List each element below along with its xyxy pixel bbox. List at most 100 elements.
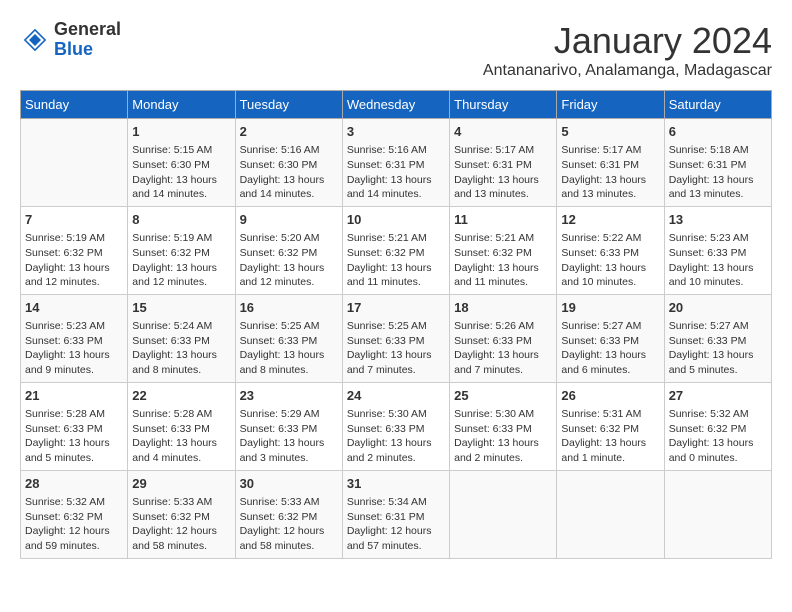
- calendar-week-2: 7Sunrise: 5:19 AMSunset: 6:32 PMDaylight…: [21, 206, 772, 294]
- logo-blue-text: Blue: [54, 40, 121, 60]
- day-info: Sunset: 6:32 PM: [347, 246, 445, 261]
- calendar-cell: 19Sunrise: 5:27 AMSunset: 6:33 PMDayligh…: [557, 294, 664, 382]
- header-row: Sunday Monday Tuesday Wednesday Thursday…: [21, 91, 772, 119]
- day-info: and 11 minutes.: [347, 275, 445, 290]
- calendar-cell: 7Sunrise: 5:19 AMSunset: 6:32 PMDaylight…: [21, 206, 128, 294]
- day-number: 13: [669, 211, 767, 229]
- day-info: Sunrise: 5:28 AM: [132, 407, 230, 422]
- day-info: Sunset: 6:33 PM: [454, 422, 552, 437]
- day-info: and 14 minutes.: [132, 187, 230, 202]
- day-info: and 13 minutes.: [669, 187, 767, 202]
- day-info: Daylight: 13 hours: [132, 261, 230, 276]
- calendar-week-5: 28Sunrise: 5:32 AMSunset: 6:32 PMDayligh…: [21, 470, 772, 558]
- calendar-cell: 13Sunrise: 5:23 AMSunset: 6:33 PMDayligh…: [664, 206, 771, 294]
- day-info: and 7 minutes.: [347, 363, 445, 378]
- day-info: Daylight: 13 hours: [25, 348, 123, 363]
- day-info: and 13 minutes.: [454, 187, 552, 202]
- day-info: Daylight: 13 hours: [132, 173, 230, 188]
- month-title: January 2024: [483, 20, 772, 62]
- calendar-table: Sunday Monday Tuesday Wednesday Thursday…: [20, 90, 772, 559]
- calendar-cell: [664, 470, 771, 558]
- calendar-cell: 2Sunrise: 5:16 AMSunset: 6:30 PMDaylight…: [235, 119, 342, 207]
- day-info: Daylight: 13 hours: [454, 348, 552, 363]
- logo-icon: [20, 25, 50, 55]
- day-number: 16: [240, 299, 338, 317]
- day-info: Sunset: 6:32 PM: [561, 422, 659, 437]
- day-info: Sunset: 6:33 PM: [240, 422, 338, 437]
- day-number: 5: [561, 123, 659, 141]
- day-info: and 13 minutes.: [561, 187, 659, 202]
- day-number: 22: [132, 387, 230, 405]
- calendar-cell: 18 Sunrise: 5:26 AMSunset: 6:33 PMDayligh…: [450, 294, 557, 382]
- day-info: Daylight: 13 hours: [347, 261, 445, 276]
- calendar-cell: 6Sunrise: 5:18 AMSunset: 6:31 PMDaylight…: [664, 119, 771, 207]
- day-info: Sunset: 6:32 PM: [132, 510, 230, 525]
- day-info: and 12 minutes.: [132, 275, 230, 290]
- day-number: 21: [25, 387, 123, 405]
- day-info: Daylight: 13 hours: [240, 261, 338, 276]
- day-info: Sunset: 6:33 PM: [669, 334, 767, 349]
- day-number: 17: [347, 299, 445, 317]
- day-info: and 14 minutes.: [240, 187, 338, 202]
- day-number: 15: [132, 299, 230, 317]
- day-info: Sunrise: 5:33 AM: [240, 495, 338, 510]
- day-info: Sunset: 6:30 PM: [132, 158, 230, 173]
- header-wednesday: Wednesday: [342, 91, 449, 119]
- calendar-cell: 12 Sunrise: 5:22 AMSunset: 6:33 PMDayligh…: [557, 206, 664, 294]
- day-info: and 9 minutes.: [25, 363, 123, 378]
- day-info: Sunset: 6:33 PM: [561, 334, 659, 349]
- calendar-cell: 22Sunrise: 5:28 AMSunset: 6:33 PMDayligh…: [128, 382, 235, 470]
- day-info: and 57 minutes.: [347, 539, 445, 554]
- calendar-cell: 25Sunrise: 5:30 AMSunset: 6:33 PMDayligh…: [450, 382, 557, 470]
- calendar-cell: 11Sunrise: 5:21 AMSunset: 6:32 PMDayligh…: [450, 206, 557, 294]
- day-number: 3: [347, 123, 445, 141]
- calendar-week-3: 14Sunrise: 5:23 AMSunset: 6:33 PMDayligh…: [21, 294, 772, 382]
- day-info: Sunrise: 5:24 AM: [132, 319, 230, 334]
- calendar-cell: 26Sunrise: 5:31 AMSunset: 6:32 PMDayligh…: [557, 382, 664, 470]
- day-info: and 10 minutes.: [669, 275, 767, 290]
- day-number: 7: [25, 211, 123, 229]
- day-info: Sunrise: 5:25 AM: [347, 319, 445, 334]
- day-info: and 3 minutes.: [240, 451, 338, 466]
- header-tuesday: Tuesday: [235, 91, 342, 119]
- day-info: Daylight: 12 hours: [240, 524, 338, 539]
- day-info: Sunrise: 5:22 AM: [561, 231, 659, 246]
- day-info: and 8 minutes.: [132, 363, 230, 378]
- day-info: Sunrise: 5:26 AM: [454, 319, 552, 334]
- day-info: Sunrise: 5:23 AM: [669, 231, 767, 246]
- day-info: Sunset: 6:33 PM: [561, 246, 659, 261]
- calendar-cell: 9Sunrise: 5:20 AMSunset: 6:32 PMDaylight…: [235, 206, 342, 294]
- day-number: 18: [454, 299, 552, 317]
- calendar-week-4: 21Sunrise: 5:28 AMSunset: 6:33 PMDayligh…: [21, 382, 772, 470]
- day-info: Daylight: 13 hours: [561, 261, 659, 276]
- day-number: 25: [454, 387, 552, 405]
- day-info: Sunrise: 5:21 AM: [454, 231, 552, 246]
- day-info: Sunrise: 5:17 AM: [561, 143, 659, 158]
- day-info: Sunrise: 5:25 AM: [240, 319, 338, 334]
- header-monday: Monday: [128, 91, 235, 119]
- day-info: and 58 minutes.: [132, 539, 230, 554]
- day-info: Daylight: 13 hours: [669, 173, 767, 188]
- day-info: Daylight: 13 hours: [347, 348, 445, 363]
- calendar-cell: 20Sunrise: 5:27 AMSunset: 6:33 PMDayligh…: [664, 294, 771, 382]
- day-number: 14: [25, 299, 123, 317]
- calendar-cell: 4Sunrise: 5:17 AMSunset: 6:31 PMDaylight…: [450, 119, 557, 207]
- logo-text: General Blue: [54, 20, 121, 60]
- day-info: Sunset: 6:32 PM: [240, 246, 338, 261]
- day-info: Daylight: 13 hours: [240, 173, 338, 188]
- day-number: 12: [561, 211, 659, 229]
- day-info: Daylight: 13 hours: [240, 436, 338, 451]
- day-number: 27: [669, 387, 767, 405]
- day-info: Sunset: 6:32 PM: [25, 510, 123, 525]
- logo: General Blue: [20, 20, 121, 60]
- calendar-cell: 23Sunrise: 5:29 AMSunset: 6:33 PMDayligh…: [235, 382, 342, 470]
- day-info: Sunrise: 5:30 AM: [347, 407, 445, 422]
- day-info: Sunset: 6:33 PM: [454, 334, 552, 349]
- day-info: Sunset: 6:33 PM: [347, 422, 445, 437]
- day-info: Sunrise: 5:28 AM: [25, 407, 123, 422]
- day-info: Sunset: 6:31 PM: [347, 510, 445, 525]
- calendar-cell: 31Sunrise: 5:34 AMSunset: 6:31 PMDayligh…: [342, 470, 449, 558]
- day-info: Sunrise: 5:16 AM: [347, 143, 445, 158]
- day-info: and 6 minutes.: [561, 363, 659, 378]
- day-info: and 1 minute.: [561, 451, 659, 466]
